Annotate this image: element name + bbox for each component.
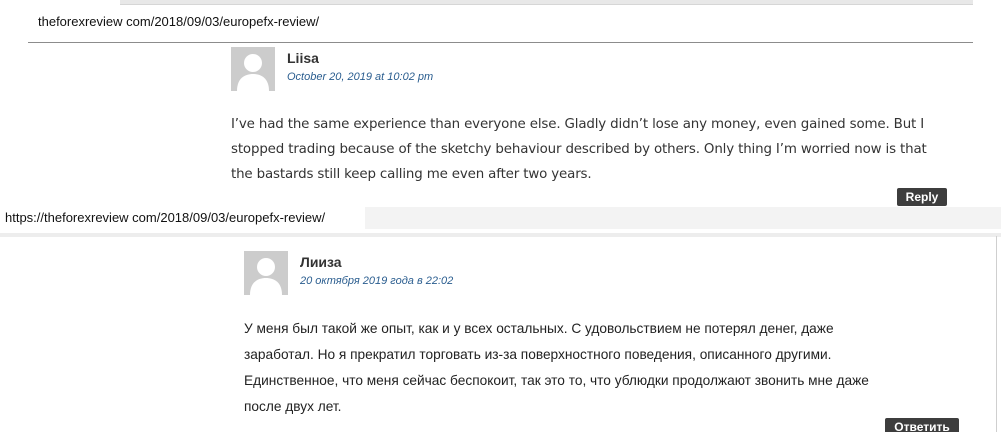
comment-line: I’ve had the same experience than everyo… xyxy=(231,117,925,132)
reply-button[interactable]: Reply xyxy=(897,188,947,206)
reply-button-russian[interactable]: Ответить xyxy=(885,418,959,432)
comment-line: Единственное, что меня сейчас беспокоит,… xyxy=(244,373,869,388)
screenshot-stage: theforexreview com/2018/09/03/europefx-r… xyxy=(0,0,1001,432)
top-scroll-strip xyxy=(120,0,973,5)
source-url-english[interactable]: theforexreview com/2018/09/03/europefx-r… xyxy=(38,14,319,29)
comment-author-name[interactable]: Liisa xyxy=(287,50,319,66)
comment-body-english: I’ve had the same experience than everyo… xyxy=(231,112,966,187)
comment-line: stopped trading because of the sketchy b… xyxy=(231,142,927,157)
source-url-russian[interactable]: https://theforexreview com/2018/09/03/eu… xyxy=(5,210,325,225)
comment-line: the bastards still keep calling me even … xyxy=(231,167,592,182)
comment-line: заработал. Но я прекратил торговать из-з… xyxy=(244,347,832,362)
panel-edge xyxy=(996,236,997,432)
comment-timestamp[interactable]: 20 октября 2019 года в 22:02 xyxy=(300,275,453,287)
comment-body-russian: У меня был такой же опыт, как и у всех о… xyxy=(244,316,964,420)
comment-line: после двух лет. xyxy=(244,399,342,414)
comment-divider xyxy=(28,42,973,43)
default-avatar-icon xyxy=(244,251,288,295)
default-avatar-icon xyxy=(231,47,275,91)
comment-author-name[interactable]: Лииза xyxy=(300,254,342,270)
comment-line: У меня был такой же опыт, как и у всех о… xyxy=(244,321,834,336)
comment-timestamp[interactable]: October 20, 2019 at 10:02 pm xyxy=(287,71,433,83)
section-divider xyxy=(0,233,1001,237)
